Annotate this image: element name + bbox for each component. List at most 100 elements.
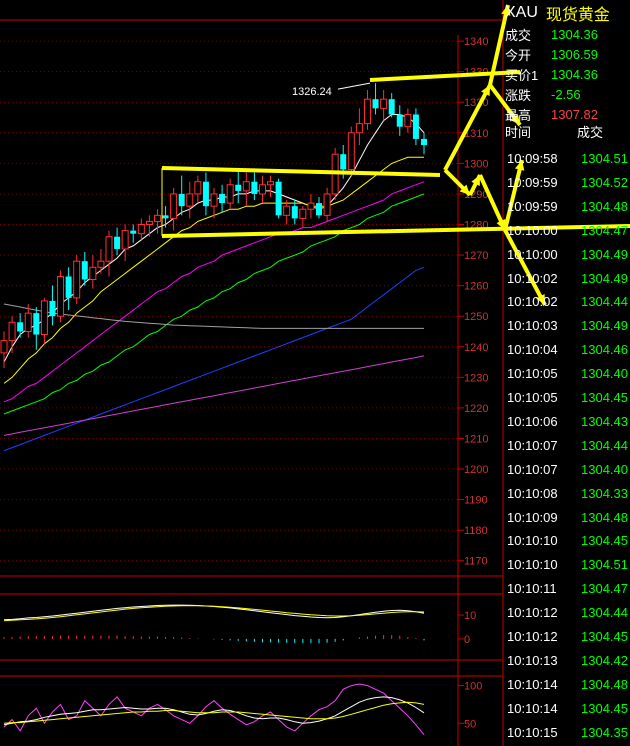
time-column-header: 时间	[505, 124, 532, 140]
candle-body	[81, 261, 88, 280]
tick-time: 10:10:12	[507, 629, 558, 644]
quote-header: XAU 现货黄金	[505, 2, 610, 24]
y-tick-label: 1200	[464, 464, 488, 476]
candle-body	[340, 154, 347, 170]
tick-price: 1304.45	[581, 533, 628, 549]
candle-body	[24, 312, 32, 332]
candle-body	[186, 193, 194, 207]
quote-value: 1304.36	[551, 26, 598, 42]
candle-body	[372, 99, 379, 109]
candle-body	[178, 193, 185, 207]
tick-time: 10:10:05	[507, 390, 558, 405]
tick-time: 10:10:03	[507, 318, 558, 334]
tick-row: 10:09:58 1304.51	[507, 147, 630, 170]
tick-time: 10:09:59	[507, 198, 558, 214]
quote-label: 今开	[505, 47, 532, 63]
tick-price: 1304.44	[581, 294, 628, 310]
y-tick-label: 1240	[464, 342, 488, 354]
candle-body	[57, 275, 65, 317]
candle-body	[210, 193, 218, 207]
tick-price: 1304.44	[581, 437, 628, 453]
tick-price: 1304.35	[581, 724, 628, 740]
tick-time: 10:10:06	[507, 413, 558, 429]
candle-body	[316, 203, 322, 216]
tick-price: 1304.51	[581, 557, 628, 573]
quote-value: 1306.59	[551, 46, 598, 62]
candle-body	[162, 215, 169, 219]
candle-body	[121, 230, 129, 250]
candle-body	[242, 181, 250, 192]
tick-time: 10:10:04	[507, 342, 558, 358]
tick-price: 1304.33	[581, 485, 628, 501]
tick-price: 1304.52	[581, 174, 628, 190]
candle-body	[65, 276, 72, 298]
tick-time: 10:10:12	[507, 605, 558, 621]
candle-body	[33, 313, 40, 335]
tick-time: 10:10:00	[507, 246, 558, 262]
tick-row: 10:10:12 1304.45	[507, 625, 630, 648]
tick-price: 1304.47	[581, 222, 628, 238]
y-tick-label: 1190	[464, 495, 488, 507]
tick-row: 10:09:59 1304.48	[507, 195, 630, 218]
symbol-code: XAU	[505, 4, 538, 21]
candle-body	[105, 236, 113, 262]
tick-time: 10:10:13	[507, 652, 558, 668]
y-tick-label: 1250	[464, 311, 488, 323]
tick-row: 10:10:11 1304.47	[507, 577, 630, 600]
tick-row: 10:10:10 1304.45	[507, 529, 630, 552]
candle-body	[283, 205, 291, 216]
quote-label: 涨跌	[505, 87, 532, 103]
tick-time: 10:10:14	[507, 676, 558, 692]
tick-time: 10:09:59	[507, 174, 558, 190]
y-tick-label: 1260	[464, 281, 488, 293]
y-tick-label: 1180	[464, 525, 488, 537]
quote-value: 1304.36	[551, 66, 598, 82]
candle-body	[145, 220, 153, 226]
tick-price: 1304.49	[581, 246, 628, 262]
tick-price: 1304.51	[581, 151, 628, 166]
candle-body	[388, 99, 395, 115]
candle-body	[275, 181, 282, 216]
tick-row: 10:10:14 1304.45	[507, 697, 630, 720]
candle-body	[380, 98, 388, 109]
candle-body	[0, 340, 8, 354]
tick-time: 10:10:02	[507, 270, 558, 286]
candle-body	[412, 114, 419, 139]
candle-body	[153, 214, 161, 222]
y-tick-label: 1300	[464, 158, 488, 170]
tick-price: 1304.48	[581, 676, 628, 692]
tick-price: 1304.43	[581, 413, 628, 429]
tick-time: 10:10:07	[507, 437, 558, 453]
tick-row: 10:10:13 1304.42	[507, 649, 630, 672]
tick-price: 1304.45	[581, 390, 628, 405]
tick-row: 10:10:07 1304.40	[507, 458, 630, 481]
tick-row: 10:10:05 1304.40	[507, 362, 630, 385]
candle-body	[291, 206, 298, 219]
candle-body	[40, 300, 48, 336]
candle-body	[355, 123, 363, 134]
tick-row: 10:10:10 1304.51	[507, 553, 630, 576]
tick-price: 1304.40	[581, 366, 628, 382]
tick-price: 1304.42	[581, 652, 628, 668]
candle-body	[8, 321, 16, 342]
candle-body	[17, 322, 24, 332]
tick-time: 10:10:15	[507, 724, 558, 740]
tick-time: 10:10:10	[507, 557, 558, 573]
quote-row: 买价1 1304.36	[505, 64, 630, 84]
tick-time: 10:10:07	[507, 461, 558, 477]
candle-body	[299, 208, 307, 219]
tick-time: 10:10:09	[507, 509, 558, 525]
candle-body	[363, 98, 371, 125]
candle-body	[396, 114, 403, 127]
candle-body	[421, 138, 427, 146]
candle-body	[137, 224, 145, 235]
quote-row: 今开 1306.59	[505, 44, 630, 64]
tick-price: 1304.47	[581, 581, 628, 597]
symbol-name: 现货黄金	[545, 7, 610, 24]
candle-body	[219, 193, 226, 204]
tick-time: 10:10:10	[507, 533, 558, 549]
y-tick-label: 100	[464, 681, 482, 693]
candle-body	[89, 266, 97, 281]
tick-price: 1304.44	[581, 605, 628, 621]
y-tick-label: 50	[464, 718, 476, 730]
